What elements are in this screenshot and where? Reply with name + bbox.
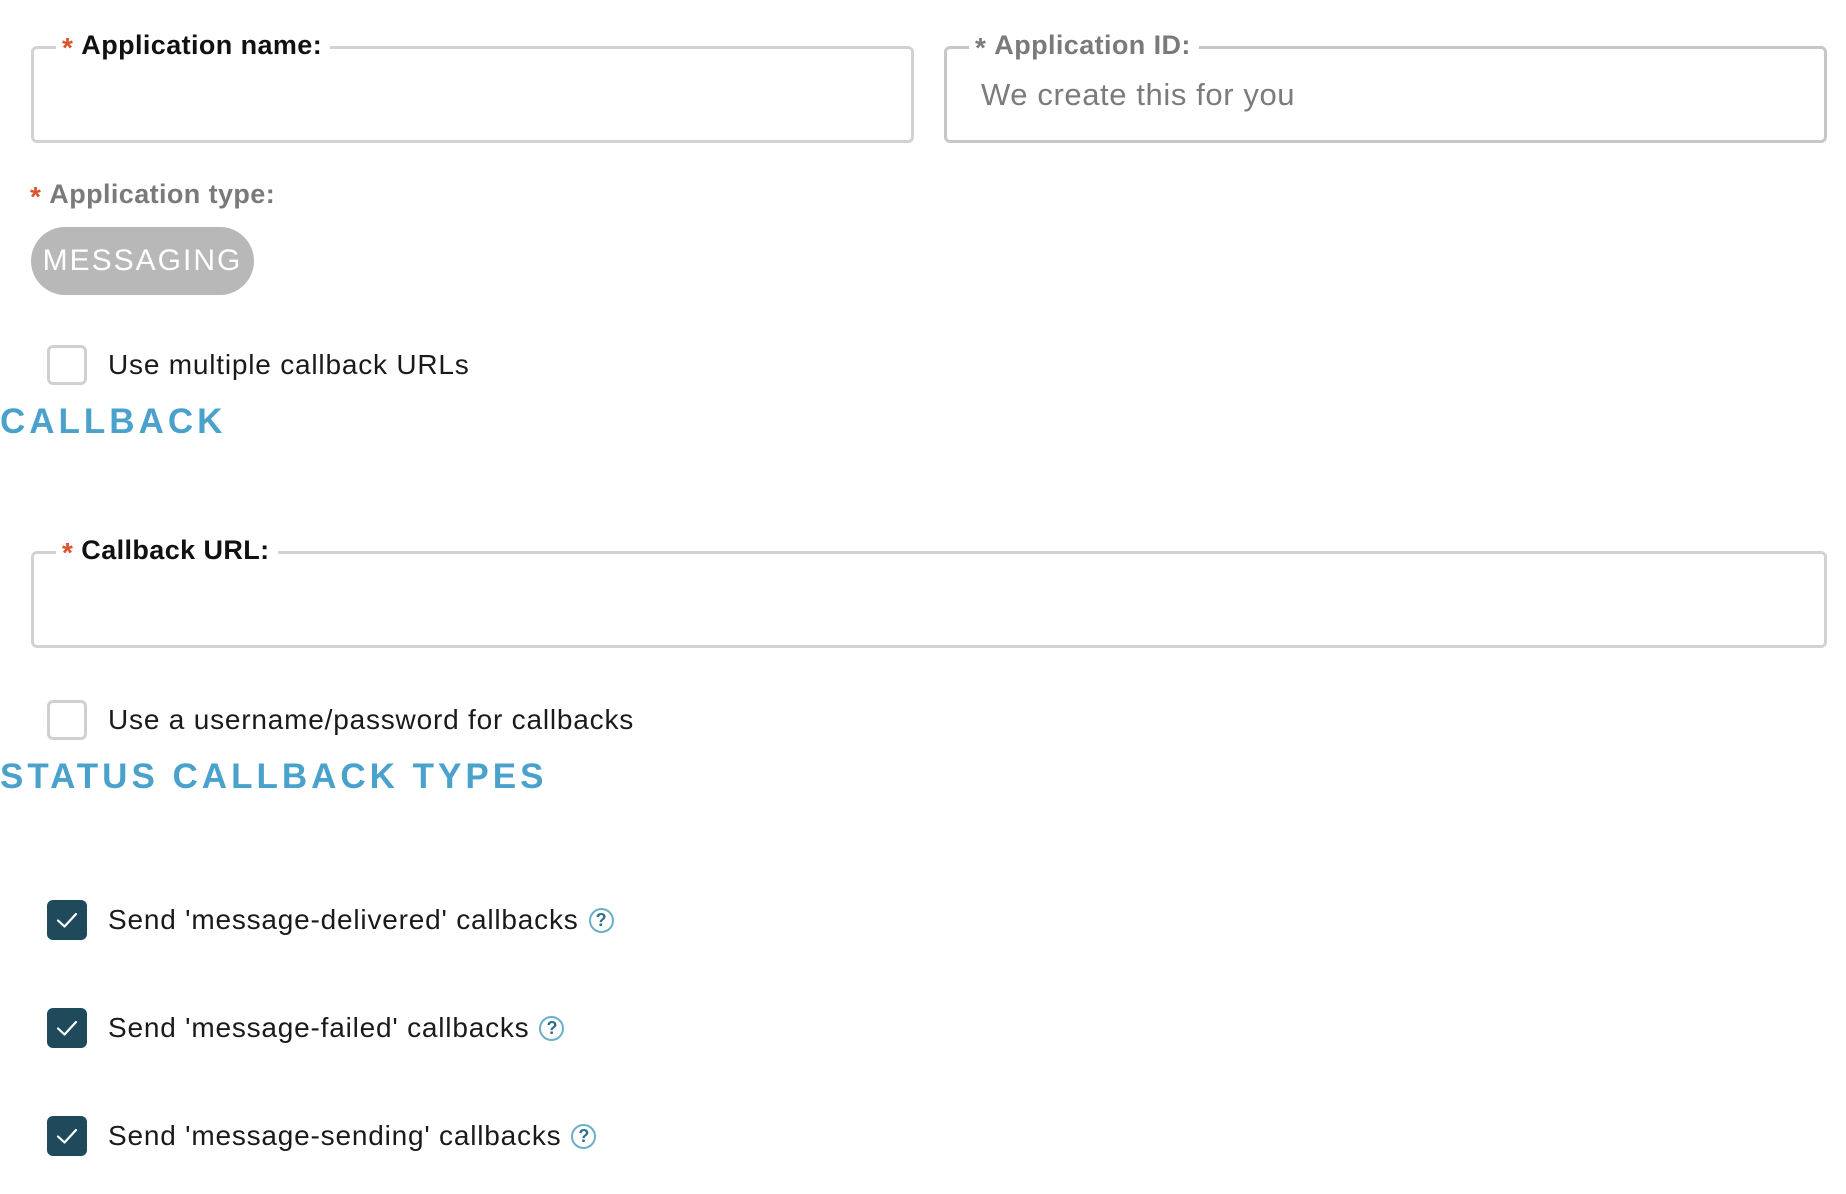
multiple-callbacks-label: Use multiple callback URLs bbox=[108, 349, 470, 380]
help-icon[interactable]: ? bbox=[571, 1123, 597, 1149]
message-failed-checkbox[interactable] bbox=[47, 1008, 87, 1048]
message-failed-option[interactable]: Send 'message-failed' callbacks ? bbox=[47, 1006, 565, 1050]
check-icon bbox=[56, 1128, 78, 1144]
message-delivered-label: Send 'message-delivered' callbacks bbox=[108, 904, 579, 935]
callback-auth-option[interactable]: Use a username/password for callbacks bbox=[47, 698, 634, 742]
application-type-messaging-pill[interactable]: MESSAGING bbox=[31, 227, 254, 295]
message-delivered-checkbox[interactable] bbox=[47, 900, 87, 940]
callback-url-field[interactable]: * Callback URL: bbox=[31, 530, 1827, 648]
message-failed-label: Send 'message-failed' callbacks bbox=[108, 1012, 530, 1043]
required-marker: * bbox=[30, 181, 42, 212]
check-icon bbox=[56, 912, 78, 928]
multiple-callbacks-option[interactable]: Use multiple callback URLs bbox=[47, 343, 470, 387]
application-id-field: * Application ID: bbox=[944, 25, 1827, 143]
message-sending-checkbox[interactable] bbox=[47, 1116, 87, 1156]
help-icon[interactable]: ? bbox=[539, 1015, 565, 1041]
callback-auth-checkbox[interactable] bbox=[47, 700, 87, 740]
application-name-field[interactable]: * Application name: bbox=[31, 25, 914, 143]
status-callback-types-title: STATUS CALLBACK TYPES bbox=[0, 757, 548, 796]
callback-url-input[interactable] bbox=[34, 554, 1824, 645]
multiple-callbacks-checkbox[interactable] bbox=[47, 345, 87, 385]
callback-auth-label: Use a username/password for callbacks bbox=[108, 704, 635, 735]
help-icon[interactable]: ? bbox=[588, 907, 614, 933]
application-id-input bbox=[947, 49, 1824, 140]
application-type-label: * Application type: bbox=[30, 179, 276, 212]
message-delivered-option[interactable]: Send 'message-delivered' callbacks ? bbox=[47, 898, 614, 942]
application-name-input[interactable] bbox=[34, 49, 911, 140]
message-sending-option[interactable]: Send 'message-sending' callbacks ? bbox=[47, 1114, 597, 1158]
check-icon bbox=[56, 1020, 78, 1036]
callback-section-title: CALLBACK bbox=[0, 402, 227, 441]
message-sending-label: Send 'message-sending' callbacks bbox=[108, 1120, 562, 1151]
